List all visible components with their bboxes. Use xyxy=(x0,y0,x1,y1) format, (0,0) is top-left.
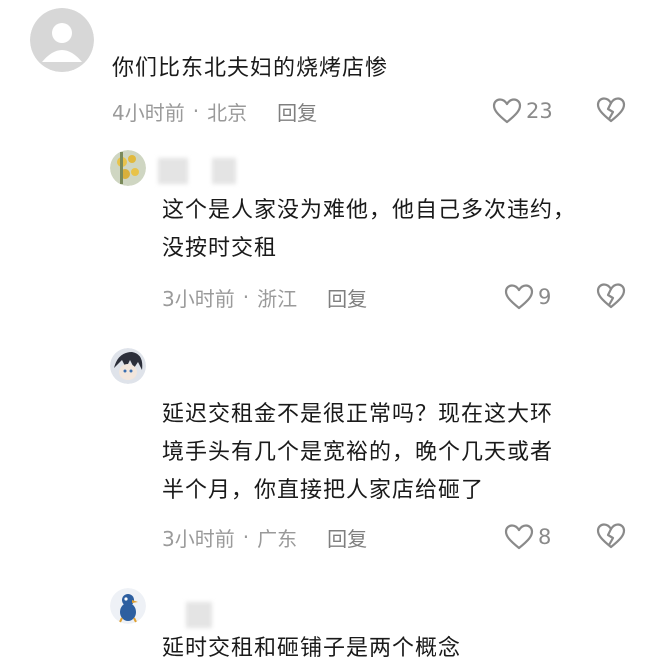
heart-outline-icon xyxy=(492,98,522,124)
avatar[interactable] xyxy=(110,348,146,384)
avatar[interactable] xyxy=(30,8,94,72)
comment-location: 浙江 xyxy=(257,286,298,311)
reply-item: 延迟交租金不是很正常吗？现在这大环 境手头有几个是宽裕的，晚个几天或者 半个月，… xyxy=(0,338,660,568)
reply-button[interactable]: 回复 xyxy=(277,97,317,126)
like-button[interactable]: 8 xyxy=(504,522,551,552)
comment-location: 北京 xyxy=(207,100,248,125)
reply-button[interactable]: 回复 xyxy=(327,283,367,312)
dislike-button[interactable] xyxy=(596,96,626,126)
broken-heart-icon xyxy=(596,283,626,309)
meta-separator: · xyxy=(242,525,250,549)
comment-time: 3小时前 xyxy=(162,286,235,311)
dislike-button[interactable] xyxy=(596,522,626,552)
meta-separator: · xyxy=(192,99,200,123)
dislike-button[interactable] xyxy=(596,282,626,312)
like-button[interactable]: 9 xyxy=(504,282,551,312)
broken-heart-icon xyxy=(596,523,626,549)
avatar[interactable] xyxy=(110,588,146,624)
avatar[interactable] xyxy=(110,150,146,186)
username-blurred xyxy=(186,602,212,628)
comment-text: 延迟交租金不是很正常吗？现在这大环 境手头有几个是宽裕的，晚个几天或者 半个月，… xyxy=(162,402,554,503)
broken-heart-icon xyxy=(596,97,626,123)
comment-text: 你们比东北夫妇的烧烤店惨 xyxy=(112,56,389,81)
like-count: 23 xyxy=(526,99,553,123)
like-count: 9 xyxy=(538,285,552,309)
comment-text: 这个是人家没为难他，他自己多次违约， 没按时交租 xyxy=(162,198,577,261)
username-blurred xyxy=(212,158,236,184)
reply-item: 这个是人家没为难他，他自己多次违约， 没按时交租 3小时前 · 浙江 回复 9 xyxy=(0,140,660,330)
reply-button[interactable]: 回复 xyxy=(327,523,367,552)
comment-item: 你们比东北夫妇的烧烤店惨 4小时前 · 北京 回复 23 xyxy=(0,0,660,140)
comment-meta: 3小时前 · 广东 回复 xyxy=(162,522,367,552)
heart-outline-icon xyxy=(504,284,534,310)
reply-item: 延时交租和砸铺子是两个概念 xyxy=(0,578,660,671)
like-count: 8 xyxy=(538,525,552,549)
meta-separator: · xyxy=(242,285,250,309)
comment-meta: 3小时前 · 浙江 回复 xyxy=(162,282,367,312)
username-blurred xyxy=(158,158,188,184)
comment-time: 4小时前 xyxy=(112,100,185,125)
comment-text: 延时交租和砸铺子是两个概念 xyxy=(162,636,462,661)
comment-time: 3小时前 xyxy=(162,526,235,551)
comment-meta: 4小时前 · 北京 回复 xyxy=(112,96,317,126)
comment-location: 广东 xyxy=(257,526,298,551)
like-button[interactable]: 23 xyxy=(492,96,553,126)
heart-outline-icon xyxy=(504,524,534,550)
